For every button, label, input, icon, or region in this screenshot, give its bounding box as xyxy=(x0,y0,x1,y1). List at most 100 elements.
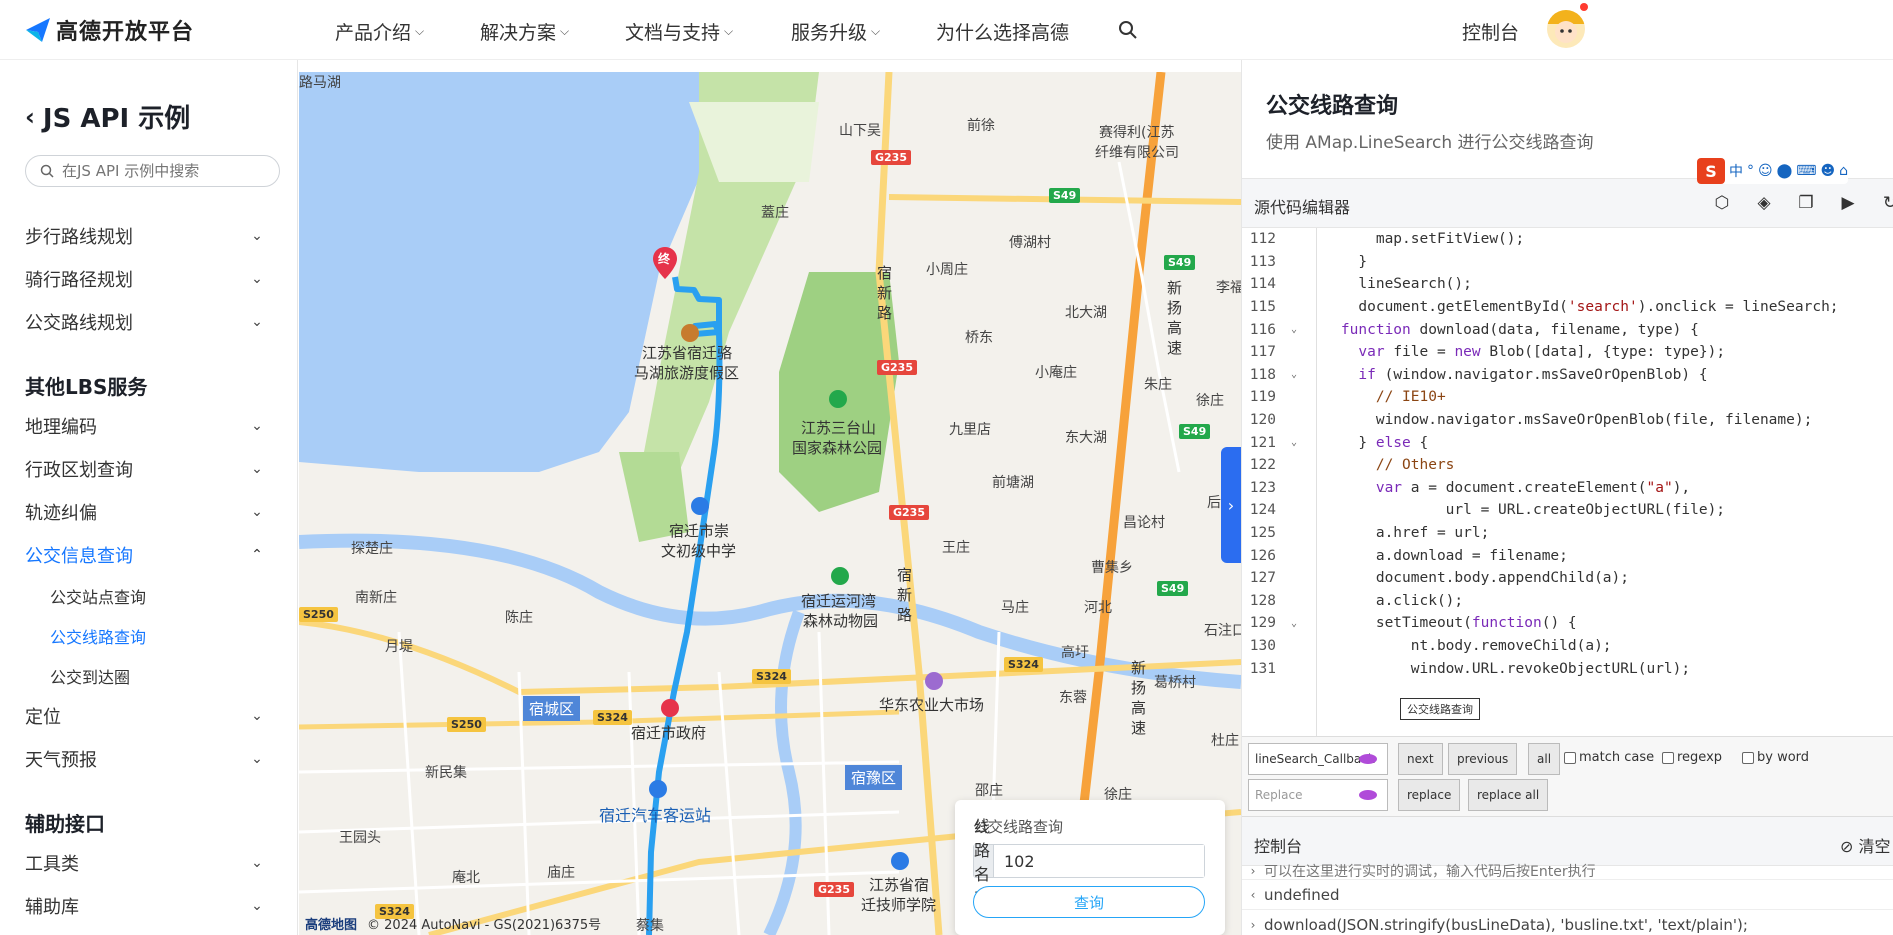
map-canvas[interactable]: 终 路马湖 山下吴 前徐 赛得利(江苏 纤维有限公司 蓋庄 傅湖村 小周庄 宿 … xyxy=(299,72,1241,935)
code-line: 127 document.body.appendChild(a); xyxy=(1242,567,1893,590)
replace-all-button[interactable]: replace all xyxy=(1468,779,1549,811)
line-number: 112 xyxy=(1249,231,1276,248)
fold-chevron-icon[interactable]: ⌄ xyxy=(1284,437,1304,448)
map-label: 江苏三台山 xyxy=(801,419,877,437)
match-case-checkbox[interactable]: match case xyxy=(1564,750,1654,765)
ime-voice-icon[interactable]: ⬤ xyxy=(1777,163,1793,179)
government-poi-icon[interactable] xyxy=(661,699,679,717)
sidebar-search-input[interactable] xyxy=(62,162,262,180)
sidebar-item-libs[interactable]: 辅助库 ⌄ xyxy=(25,893,265,919)
ime-user-icon[interactable]: ☻ xyxy=(1821,163,1836,179)
replace-input[interactable]: Replace xyxy=(1248,779,1388,811)
console-label: 控制台 xyxy=(1254,837,1303,856)
avatar[interactable] xyxy=(1547,10,1585,48)
route-end-marker[interactable]: 终 xyxy=(653,247,677,279)
replace-button[interactable]: replace xyxy=(1398,779,1461,811)
bus-station-poi-icon[interactable] xyxy=(649,780,667,798)
sidebar-item-transit-route[interactable]: 公交路线规划 ⌄ xyxy=(25,309,265,335)
gutter-divider xyxy=(1316,228,1317,736)
query-button[interactable]: 查询 xyxy=(973,886,1205,918)
sidebar-item-grasp[interactable]: 轨迹纠偏 ⌄ xyxy=(25,499,265,525)
chevron-left-icon[interactable]: ‹ xyxy=(25,103,35,131)
sidebar-item-walk[interactable]: 步行路线规划 ⌄ xyxy=(25,223,265,249)
sidebar-item-location[interactable]: 定位 ⌄ xyxy=(25,703,265,729)
map-label: 陈庄 xyxy=(505,610,533,626)
notification-dot xyxy=(1580,3,1588,11)
sidebar-item-ride[interactable]: 骑行路径规划 ⌄ xyxy=(25,266,265,292)
school-poi-icon[interactable] xyxy=(891,852,909,870)
museum-poi-icon[interactable] xyxy=(681,324,699,342)
sidebar-item-label: 公交路线规划 xyxy=(25,313,133,334)
console-link[interactable]: 控制台 xyxy=(1462,18,1519,45)
find-input[interactable]: lineSearch_Callback xyxy=(1248,743,1388,775)
zoo-poi-icon[interactable] xyxy=(831,567,849,585)
line-number: 121 xyxy=(1249,434,1276,451)
play-icon[interactable]: ▶ xyxy=(1838,193,1858,213)
checkbox-label: by word xyxy=(1757,750,1810,765)
code-editor[interactable]: 112 map.setFitView(); 113 } 114 lineSearch… xyxy=(1242,228,1893,736)
avatar-face-icon xyxy=(1547,10,1585,43)
map-label: 新民集 xyxy=(425,765,467,781)
map-label: 探楚庄 xyxy=(351,541,393,557)
nav-product[interactable]: 产品介绍 ⌵ xyxy=(335,18,424,45)
panel-toggle-button[interactable]: › xyxy=(1221,447,1241,563)
by-word-checkbox[interactable]: by word xyxy=(1742,750,1809,765)
nav-docs[interactable]: 文档与支持 ⌵ xyxy=(625,18,733,45)
park-poi-icon[interactable] xyxy=(829,390,847,408)
sogou-ime-logo[interactable]: S xyxy=(1697,158,1725,184)
regexp-checkbox[interactable]: regexp xyxy=(1662,750,1722,765)
market-poi-icon[interactable] xyxy=(925,672,943,690)
sidebar-section-aux: 辅助接口 xyxy=(25,812,105,836)
copy-icon[interactable]: ❐ xyxy=(1796,193,1816,213)
console-row-text: download(JSON.stringify(busLineData), 'b… xyxy=(1264,915,1748,934)
map-label: 桥东 xyxy=(965,330,993,346)
sidebar-item-weather[interactable]: 天气预报 ⌄ xyxy=(25,746,265,772)
ime-emoji-icon[interactable]: ☺ xyxy=(1758,163,1773,179)
sidebar-sub-line-search[interactable]: 公交线路查询 xyxy=(50,624,146,648)
sidebar-sub-reach-circle[interactable]: 公交到达圈 xyxy=(50,664,130,688)
ime-shirt-icon[interactable]: ⌂ xyxy=(1839,163,1848,179)
sidebar-item-label: 天气预报 xyxy=(25,750,97,771)
ime-indicator-icon xyxy=(1359,754,1377,764)
fold-chevron-icon[interactable]: ⌄ xyxy=(1284,618,1304,629)
map-label: 扬 xyxy=(1131,679,1147,697)
map-label: 李福 xyxy=(1216,280,1241,296)
refresh-icon[interactable]: ↻ xyxy=(1880,193,1893,213)
sidebar-search[interactable] xyxy=(25,155,280,187)
ime-punct-icon[interactable]: ° xyxy=(1747,163,1754,179)
sidebar-item-tools[interactable]: 工具类 ⌄ xyxy=(25,850,265,876)
find-next-button[interactable]: next xyxy=(1398,743,1443,775)
school-poi-icon[interactable] xyxy=(691,497,709,515)
map-label: 路马湖 xyxy=(299,75,341,91)
code-text: map.setFitView(); xyxy=(1306,231,1525,248)
map-label: 曹集乡 xyxy=(1091,560,1133,576)
logo[interactable]: 高德开放平台 xyxy=(24,14,194,46)
cube-icon[interactable]: ⬡ xyxy=(1712,193,1732,213)
map-label: 高 xyxy=(1167,319,1183,337)
line-name-input[interactable] xyxy=(994,845,1204,877)
sidebar-item-district[interactable]: 行政区划查询 ⌄ xyxy=(25,456,265,482)
code-text: function download(data, filename, type) … xyxy=(1340,321,1699,338)
console-clear-button[interactable]: ⊘ 清空 xyxy=(1840,833,1891,857)
fold-chevron-icon[interactable]: ⌄ xyxy=(1284,369,1304,380)
find-all-button[interactable]: all xyxy=(1528,743,1561,775)
nav-label: 产品介绍 xyxy=(335,22,412,44)
nav-solution[interactable]: 解决方案 ⌵ xyxy=(480,18,569,45)
find-previous-button[interactable]: previous xyxy=(1448,743,1518,775)
ime-chinese-mode[interactable]: 中 xyxy=(1729,161,1743,181)
fold-chevron-icon[interactable]: ⌄ xyxy=(1284,324,1304,335)
sidebar-item-geocode[interactable]: 地理编码 ⌄ xyxy=(25,413,265,439)
ime-keyboard-icon[interactable]: ⌨ xyxy=(1796,163,1816,179)
nav-service[interactable]: 服务升级 ⌵ xyxy=(791,18,880,45)
sidebar-sub-stop-search[interactable]: 公交站点查询 xyxy=(50,584,146,608)
search-icon[interactable] xyxy=(1118,20,1138,40)
checkbox-box xyxy=(1662,751,1674,764)
sidebar-title[interactable]: ‹ JS API 示例 xyxy=(25,98,190,135)
sidebar-item-transit-info[interactable]: 公交信息查询 ⌃ xyxy=(25,542,265,568)
road-tag: S324 xyxy=(593,710,632,725)
code-line: 125 a.href = url; xyxy=(1242,522,1893,545)
codepen-icon[interactable]: ◈ xyxy=(1754,193,1774,213)
nav-why[interactable]: 为什么选择高德 xyxy=(936,18,1069,45)
console-output[interactable]: › 可以在这里进行实时的调试，输入代码后按Enter执行 ‹ undefined… xyxy=(1242,864,1893,935)
code-text: document.body.appendChild(a); xyxy=(1306,570,1630,587)
